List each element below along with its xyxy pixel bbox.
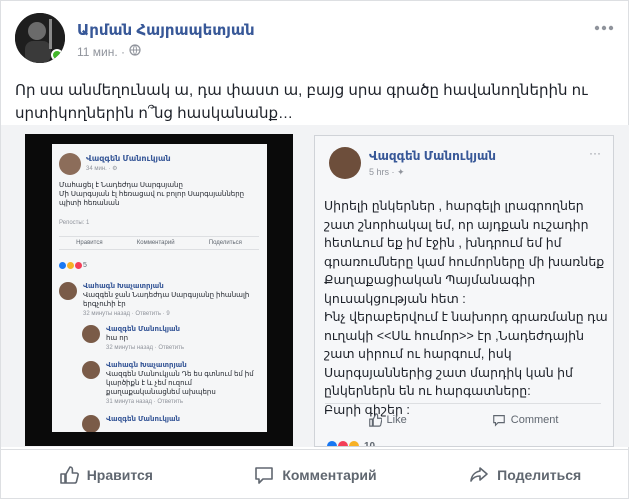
comment-meta: 32 минуты назад · Ответить · 9 [83, 311, 170, 317]
share-button[interactable]: Поделиться [420, 465, 629, 485]
comment-author: Վազգեն Մանուկյան [106, 326, 181, 333]
left-screenshot-image[interactable]: Վազգեն Մանուկյան 34 мин. · ⚙ Մահացել է Ն… [25, 134, 293, 446]
love-reaction-icon [75, 262, 82, 269]
globe-icon[interactable] [129, 44, 141, 59]
right-inner-reactions: 10 [327, 441, 376, 447]
left-inner-time: 34 мин. · ⚙ [86, 166, 118, 172]
more-options-icon[interactable] [594, 15, 614, 36]
right-inner-avatar [329, 147, 361, 179]
like-reaction-icon [59, 262, 66, 269]
left-inner-author: Վազգեն Մանուկյան [86, 154, 171, 163]
author-avatar[interactable] [15, 13, 65, 63]
left-inner-like: Нравится [76, 240, 103, 246]
haha-reaction-icon [349, 441, 359, 446]
comment-icon [492, 414, 505, 427]
like-reaction-icon [327, 441, 337, 446]
left-inner-share: Поделиться [208, 240, 242, 246]
comment-text: Վազգեն Մանուկյան Դե ես գտնում եմ իմ կարծ… [106, 371, 254, 396]
comment-meta: 32 минуты назад · Ответить [106, 345, 185, 351]
comment-avatar [82, 361, 100, 379]
post-images: Վազգեն Մանուկյան 34 мин. · ⚙ Մահացել է Ն… [1, 125, 629, 447]
right-inner-time: 5 hrs · ✦ [369, 167, 405, 177]
right-inner-more-icon: ··· [589, 146, 601, 160]
comment-avatar [59, 282, 77, 300]
comment-label: Комментарий [282, 466, 377, 483]
left-inner-action-bar: Нравится Комментарий Поделиться [59, 236, 259, 250]
online-status-icon [51, 49, 63, 61]
right-screenshot-image[interactable]: Վազգեն Մանուկյան 5 hrs · ✦ ··· Սիրելի ըն… [314, 135, 614, 447]
right-inner-text: Սիրելի ընկերներ , հարգելի լրագրողներ շատ… [324, 199, 608, 417]
comment-text: հա որ [106, 335, 129, 342]
comment-item: Վազգեն Մանուկյան հա որ 32 минуты назад ·… [82, 325, 262, 353]
right-inner-comment: Comment [510, 413, 559, 426]
left-inner-reposts: Репосты: 1 [59, 220, 90, 226]
love-reaction-icon [338, 441, 348, 446]
right-inner-like: Like [386, 413, 407, 426]
thumbs-up-icon [59, 465, 79, 484]
left-inner-comment: Комментарий [136, 240, 175, 246]
right-reaction-count: 10 [364, 441, 376, 447]
left-inner-text: Մահացել է Նադեժդա Սարգսյանը Մի Սարգսյան … [59, 182, 245, 207]
right-inner-action-bar: Like Comment [325, 403, 601, 435]
thumbs-up-icon [368, 412, 382, 427]
share-arrow-icon [470, 466, 488, 482]
post-meta: 11 мин. · [77, 44, 141, 59]
comment-meta: 31 минута назад · Ответить [106, 399, 183, 405]
like-button[interactable]: Нравится [1, 465, 211, 485]
like-label: Нравится [86, 466, 153, 483]
comment-button[interactable]: Комментарий [211, 465, 421, 485]
post-action-bar: Нравится Комментарий Поделиться [1, 449, 629, 499]
post-time[interactable]: 11 мин. · [77, 45, 125, 59]
comment-author: Վահագն Խաչատրյան [106, 362, 187, 369]
haha-reaction-icon [67, 262, 74, 269]
comment-item: Վահագն Խաչատրյան Վազգեն ջան Նադեժդա Սարգ… [59, 282, 259, 319]
comment-avatar [82, 325, 100, 343]
comment-author: Վազգեն Մանուկյան [106, 416, 181, 423]
comment-avatar [82, 415, 100, 432]
comment-item: Վազգեն Մանուկյան [82, 415, 262, 432]
post-author-name[interactable]: Արման Հայրապետյան [77, 21, 255, 39]
comment-item: Վահագն Խաչատրյան Վազգեն Մանուկյան Դե ես … [82, 361, 262, 407]
share-label: Поделиться [497, 466, 582, 483]
right-inner-author: Վազգեն Մանուկյան [369, 149, 496, 163]
post-text: Որ սա անմեղունակ ա, դա փաստ ա, բայց սրա … [15, 82, 588, 122]
comment-icon [255, 466, 274, 484]
left-reaction-count: 5 [83, 262, 87, 269]
comment-author: Վահագն Խաչատրյան [83, 283, 164, 290]
left-inner-avatar [59, 153, 81, 175]
facebook-post: Արման Հայրապետյան 11 мин. · Որ սա անմեղո… [0, 0, 629, 499]
comment-text: Վազգեն ջան Նադեժդա Սարգսյանը իհանալի երգ… [83, 292, 250, 308]
left-inner-reactions: 5 [59, 262, 87, 269]
left-inner-post: Վազգեն Մանուկյան 34 мин. · ⚙ Մահացել է Ն… [52, 144, 267, 432]
